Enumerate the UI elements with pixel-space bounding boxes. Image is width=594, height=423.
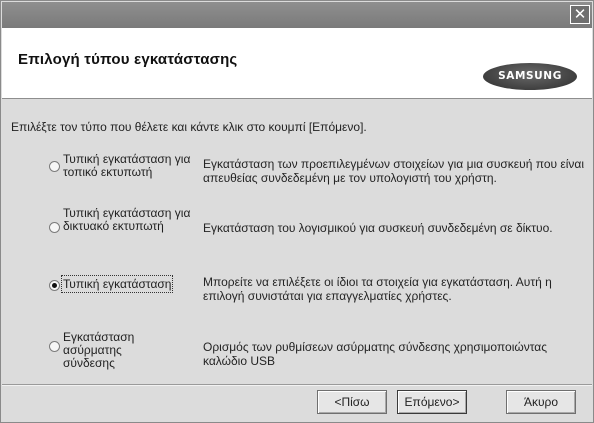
instruction-text: Επιλέξτε τον τύπο που θέλετε και κάντε κ…	[11, 120, 367, 134]
option-label-text[interactable]: Τυπική εγκατάσταση	[60, 275, 174, 293]
option-description: Ορισμός των ρυθμίσεων ασύρματης σύνδεσης…	[203, 340, 548, 368]
option-description: Εγκατάσταση του λογισμικού για συσκευή σ…	[203, 221, 553, 235]
header-panel: Επιλογή τύπου εγκατάστασης SAMSUNG	[2, 28, 592, 99]
radio-network-printer[interactable]	[49, 222, 60, 233]
option-description: Μπορείτε να επιλέξετε οι ίδιοι τα στοιχε…	[203, 275, 552, 303]
option-description: Εγκατάσταση των προεπιλεγμένων στοιχείων…	[203, 157, 585, 185]
radio-local-printer[interactable]	[49, 161, 60, 172]
close-icon[interactable]: ✕	[570, 5, 590, 24]
cancel-button[interactable]: Άκυρο	[506, 390, 576, 414]
option-label[interactable]: Εγκατάσταση ασύρματης σύνδεσης	[63, 331, 163, 370]
title-bar: ✕	[2, 2, 592, 28]
samsung-logo: SAMSUNG	[483, 63, 577, 90]
back-button[interactable]: <Πίσω	[317, 390, 387, 414]
page-title: Επιλογή τύπου εγκατάστασης	[18, 51, 238, 68]
option-label[interactable]: Τυπική εγκατάσταση για δικτυακό εκτυπωτή	[63, 207, 193, 233]
installer-window: ✕ Επιλογή τύπου εγκατάστασης SAMSUNG Επι…	[0, 0, 594, 423]
option-label[interactable]: Τυπική εγκατάσταση για τοπικό εκτυπωτή	[63, 153, 193, 179]
radio-custom-install[interactable]	[49, 280, 60, 291]
option-label[interactable]: Τυπική εγκατάσταση	[60, 275, 193, 293]
next-button[interactable]: Επόμενο>	[397, 390, 467, 414]
radio-wireless-setup[interactable]	[49, 341, 60, 352]
footer-divider	[2, 384, 592, 386]
